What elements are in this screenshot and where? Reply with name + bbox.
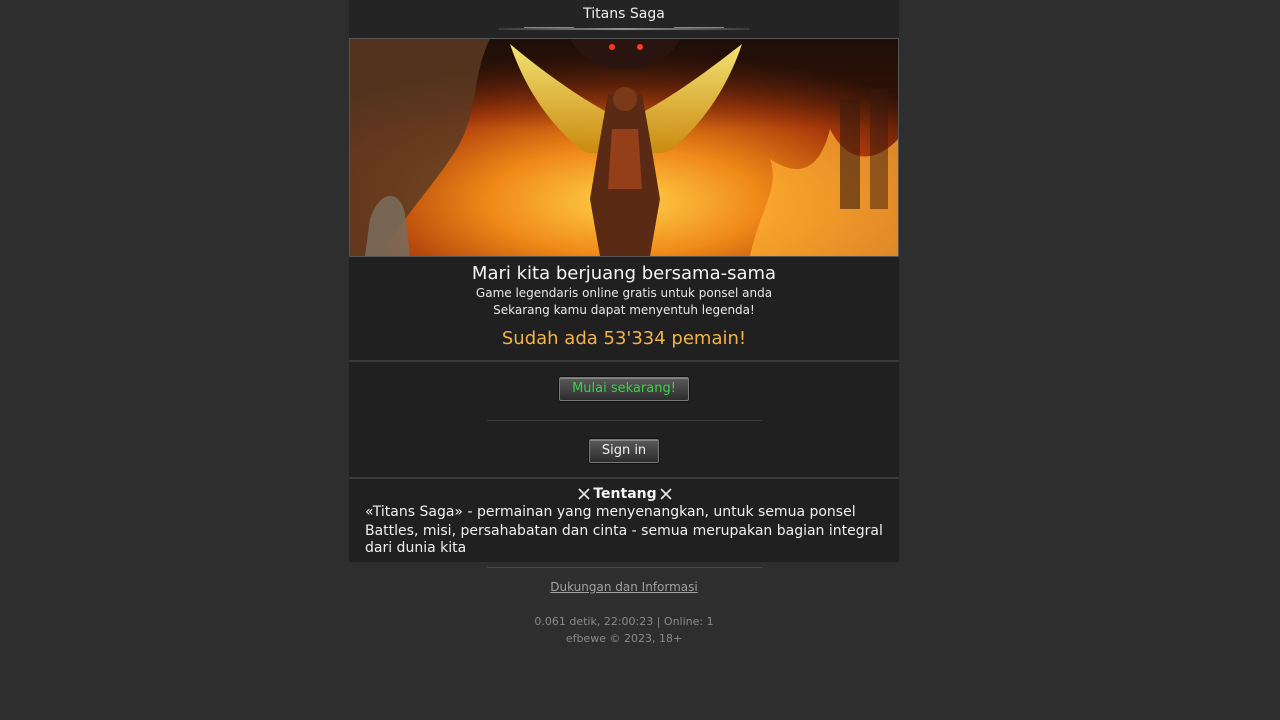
about-title: Tentang <box>365 486 885 502</box>
sign-in-button[interactable]: Sign in <box>588 439 660 463</box>
crossed-swords-icon <box>578 488 590 500</box>
footer-divider <box>486 567 762 568</box>
intro-section: Mari kita berjuang bersama-sama Game leg… <box>349 257 899 362</box>
start-now-button[interactable]: Mulai sekarang! <box>559 377 689 401</box>
intro-line-1: Game legendaris online gratis untuk pons… <box>475 286 773 300</box>
page-title: Titans Saga <box>583 6 665 22</box>
about-line-1: «Titans Saga» - permainan yang menyenang… <box>365 504 856 520</box>
about-title-text: Tentang <box>593 486 657 502</box>
about-line-2: Battles, misi, persahabatan dan cinta - … <box>365 523 883 556</box>
copyright: efbewe © 2023, 18+ <box>565 632 683 645</box>
header: Titans Saga <box>349 0 899 38</box>
actions-divider <box>486 420 762 421</box>
server-stats: 0.061 detik, 22:00:23 | Online: 1 <box>534 615 714 628</box>
about-section: Tentang «Titans Saga» - permainan yang m… <box>349 479 899 562</box>
footer-stats: 0.061 detik, 22:00:23 | Online: 1 efbewe… <box>349 613 899 647</box>
title-ornament <box>499 27 749 30</box>
page-container: Titans Saga Mari kita berjuang bersama-s… <box>349 0 899 647</box>
game-banner-image <box>349 38 899 257</box>
footer: Dukungan dan Informasi 0.061 detik, 22:0… <box>349 576 899 647</box>
intro-line-2: Sekarang kamu dapat menyentuh legenda! <box>493 303 755 317</box>
support-info-link[interactable]: Dukungan dan Informasi <box>550 580 697 594</box>
intro-headline: Mari kita berjuang bersama-sama <box>471 263 777 284</box>
player-count: Sudah ada 53'334 pemain! <box>501 328 747 349</box>
crossed-swords-icon <box>660 488 672 500</box>
actions-section: Mulai sekarang! Sign in <box>349 362 899 479</box>
